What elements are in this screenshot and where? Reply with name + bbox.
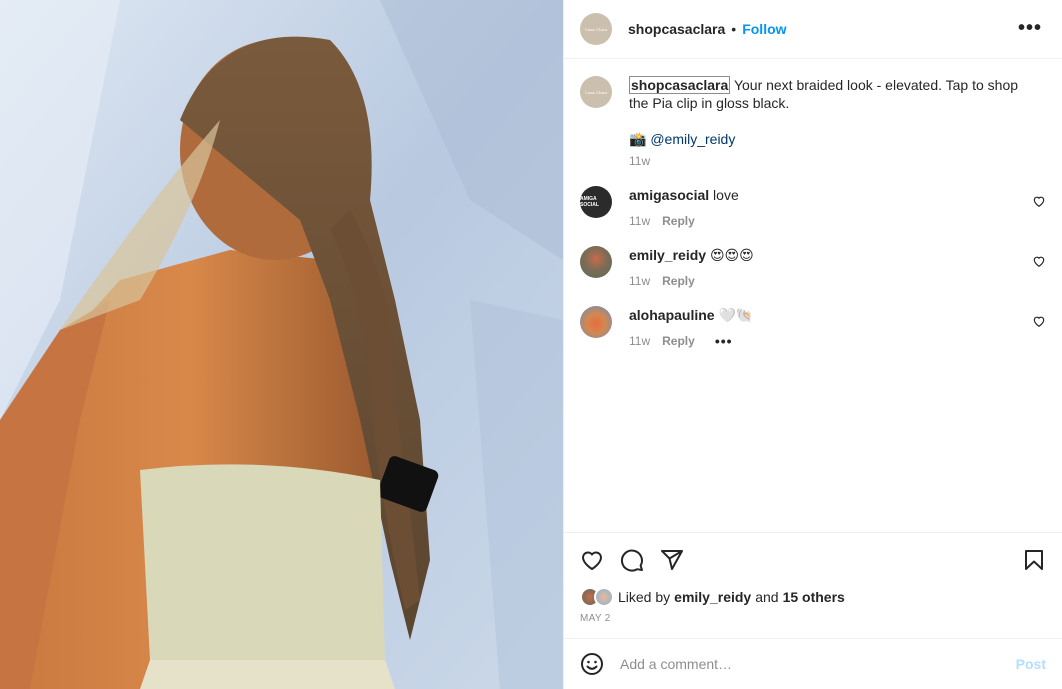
- avatar-logo-text: Casa Clara: [584, 26, 608, 32]
- like-comment-heart-icon[interactable]: [1032, 314, 1046, 328]
- avatar-logo-text: AMIGA SOCIAL: [580, 196, 599, 208]
- follow-button[interactable]: Follow: [742, 21, 786, 37]
- save-bookmark-icon[interactable]: [1022, 548, 1046, 572]
- comments-list[interactable]: Casa Clara shopcasaclara Your next braid…: [564, 60, 1062, 532]
- comment-item: AMIGA SOCIAL amigasocial love 11w Reply: [580, 186, 1046, 230]
- caption-username[interactable]: shopcasaclara: [629, 76, 731, 94]
- author-avatar[interactable]: Casa Clara: [580, 13, 612, 45]
- caption-time[interactable]: 11w: [629, 152, 650, 170]
- comment-icon[interactable]: [620, 548, 644, 572]
- action-icons: [580, 547, 1046, 573]
- comment-options-icon[interactable]: •••: [715, 332, 733, 350]
- comment-item: alohapauline 🤍🐚 11w Reply •••: [580, 306, 1046, 350]
- comment-time[interactable]: 11w: [629, 332, 650, 350]
- comment-input[interactable]: [620, 656, 1016, 672]
- liker-avatar[interactable]: [594, 587, 614, 607]
- author-username[interactable]: shopcasaclara: [628, 21, 725, 37]
- liked-by-prefix: Liked by: [618, 589, 671, 605]
- like-comment-heart-icon[interactable]: [1032, 254, 1046, 268]
- likes-summary: Liked by emily_reidy and 15 others: [580, 587, 1046, 607]
- post-actions: Liked by emily_reidy and 15 others MAY 2: [564, 532, 1062, 638]
- reply-button[interactable]: Reply: [662, 272, 695, 290]
- post-header: Casa Clara shopcasaclara • Follow •••: [564, 0, 1062, 59]
- caption-avatar[interactable]: Casa Clara: [580, 76, 612, 108]
- liked-by-and: and: [755, 589, 779, 605]
- share-icon[interactable]: [660, 548, 684, 572]
- comment-text: 🤍🐚: [718, 307, 754, 323]
- comment-avatar[interactable]: [580, 246, 612, 278]
- post-panel: Casa Clara shopcasaclara • Follow ••• Ca…: [563, 0, 1062, 689]
- like-comment-heart-icon[interactable]: [1032, 194, 1046, 208]
- post-date[interactable]: MAY 2: [580, 613, 1046, 624]
- liked-by-others[interactable]: 15 others: [783, 589, 845, 605]
- post-modal: Casa Clara shopcasaclara • Follow ••• Ca…: [0, 0, 1062, 689]
- comment-username[interactable]: emily_reidy: [629, 247, 706, 263]
- more-options-icon[interactable]: •••: [1018, 18, 1042, 38]
- credit-mention-link[interactable]: @emily_reidy: [650, 131, 735, 147]
- liked-by-user[interactable]: emily_reidy: [674, 589, 751, 605]
- comment-text: 😍😍😍: [709, 247, 754, 263]
- comment-time[interactable]: 11w: [629, 212, 650, 230]
- emoji-icon[interactable]: [580, 652, 604, 676]
- comment-username[interactable]: alohapauline: [629, 307, 715, 323]
- avatar-logo-text: Casa Clara: [584, 89, 608, 95]
- comment-avatar[interactable]: AMIGA SOCIAL: [580, 186, 612, 218]
- comment-avatar[interactable]: [580, 306, 612, 338]
- like-heart-icon[interactable]: [580, 548, 604, 572]
- separator-dot: •: [731, 21, 737, 37]
- add-comment-bar: Post: [564, 638, 1062, 689]
- comment-text: love: [713, 187, 739, 203]
- camera-emoji: 📸: [629, 131, 647, 147]
- caption: Casa Clara shopcasaclara Your next braid…: [580, 76, 1046, 170]
- photo-illustration: [0, 0, 563, 689]
- reply-button[interactable]: Reply: [662, 212, 695, 230]
- post-comment-button[interactable]: Post: [1016, 656, 1046, 672]
- comment-item: emily_reidy 😍😍😍 11w Reply: [580, 246, 1046, 290]
- reply-button[interactable]: Reply: [662, 332, 695, 350]
- comment-username[interactable]: amigasocial: [629, 187, 709, 203]
- post-photo[interactable]: [0, 0, 563, 689]
- comment-time[interactable]: 11w: [629, 272, 650, 290]
